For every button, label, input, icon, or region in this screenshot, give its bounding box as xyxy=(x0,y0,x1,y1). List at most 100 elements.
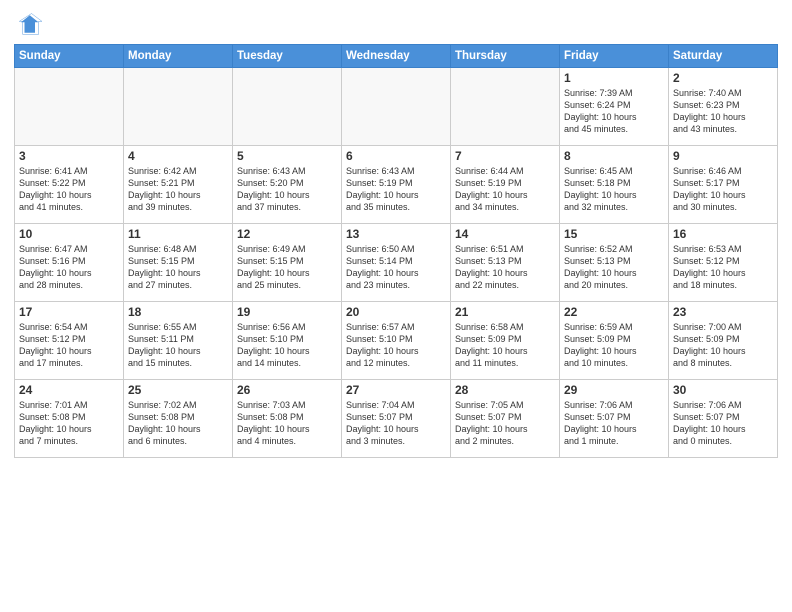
day-info: Sunrise: 7:40 AMSunset: 6:23 PMDaylight:… xyxy=(673,87,773,136)
day-info: Sunrise: 6:48 AMSunset: 5:15 PMDaylight:… xyxy=(128,243,228,292)
week-row-3: 10 Sunrise: 6:47 AMSunset: 5:16 PMDayligh… xyxy=(15,224,778,302)
day-cell: 23 Sunrise: 7:00 AMSunset: 5:09 PMDayligh… xyxy=(669,302,778,380)
day-info: Sunrise: 6:50 AMSunset: 5:14 PMDaylight:… xyxy=(346,243,446,292)
day-cell: 22Sunrise: 6:59 AMSunset: 5:09 PMDayligh… xyxy=(560,302,669,380)
day-cell: 2 Sunrise: 7:40 AMSunset: 6:23 PMDaylight… xyxy=(669,68,778,146)
day-number: 10 xyxy=(19,227,119,241)
day-info: Sunrise: 6:51 AMSunset: 5:13 PMDaylight:… xyxy=(455,243,555,292)
day-header-friday: Friday xyxy=(560,45,669,68)
day-number: 25 xyxy=(128,383,228,397)
day-info: Sunrise: 6:57 AMSunset: 5:10 PMDaylight:… xyxy=(346,321,446,370)
day-cell: 26 Sunrise: 7:03 AMSunset: 5:08 PMDayligh… xyxy=(233,380,342,458)
day-info: Sunrise: 7:03 AMSunset: 5:08 PMDaylight:… xyxy=(237,399,337,448)
day-number: 15 xyxy=(564,227,664,241)
calendar-header: SundayMondayTuesdayWednesdayThursdayFrid… xyxy=(15,45,778,68)
page: SundayMondayTuesdayWednesdayThursdayFrid… xyxy=(0,0,792,612)
day-cell: 20 Sunrise: 6:57 AMSunset: 5:10 PMDayligh… xyxy=(342,302,451,380)
day-header-sunday: Sunday xyxy=(15,45,124,68)
day-number: 9 xyxy=(673,149,773,163)
day-cell: 7 Sunrise: 6:44 AMSunset: 5:19 PMDaylight… xyxy=(451,146,560,224)
day-info: Sunrise: 7:01 AMSunset: 5:08 PMDaylight:… xyxy=(19,399,119,448)
day-number: 20 xyxy=(346,305,446,319)
day-cell: 17 Sunrise: 6:54 AMSunset: 5:12 PMDayligh… xyxy=(15,302,124,380)
day-info: Sunrise: 7:05 AMSunset: 5:07 PMDaylight:… xyxy=(455,399,555,448)
day-cell: 30Sunrise: 7:06 AMSunset: 5:07 PMDayligh… xyxy=(669,380,778,458)
day-cell: 6 Sunrise: 6:43 AMSunset: 5:19 PMDaylight… xyxy=(342,146,451,224)
day-info: Sunrise: 6:41 AMSunset: 5:22 PMDaylight:… xyxy=(19,165,119,214)
day-number: 23 xyxy=(673,305,773,319)
day-cell: 19Sunrise: 6:56 AMSunset: 5:10 PMDayligh… xyxy=(233,302,342,380)
logo-icon xyxy=(14,10,42,38)
day-number: 18 xyxy=(128,305,228,319)
day-number: 14 xyxy=(455,227,555,241)
day-cell xyxy=(124,68,233,146)
day-info: Sunrise: 6:43 AMSunset: 5:19 PMDaylight:… xyxy=(346,165,446,214)
day-number: 16 xyxy=(673,227,773,241)
day-info: Sunrise: 6:55 AMSunset: 5:11 PMDaylight:… xyxy=(128,321,228,370)
day-number: 19 xyxy=(237,305,337,319)
day-cell: 9 Sunrise: 6:46 AMSunset: 5:17 PMDaylight… xyxy=(669,146,778,224)
day-info: Sunrise: 7:00 AMSunset: 5:09 PMDaylight:… xyxy=(673,321,773,370)
day-info: Sunrise: 6:45 AMSunset: 5:18 PMDaylight:… xyxy=(564,165,664,214)
day-info: Sunrise: 6:53 AMSunset: 5:12 PMDaylight:… xyxy=(673,243,773,292)
day-cell: 15 Sunrise: 6:52 AMSunset: 5:13 PMDayligh… xyxy=(560,224,669,302)
day-cell: 21 Sunrise: 6:58 AMSunset: 5:09 PMDayligh… xyxy=(451,302,560,380)
header-row: SundayMondayTuesdayWednesdayThursdayFrid… xyxy=(15,45,778,68)
day-number: 28 xyxy=(455,383,555,397)
day-cell xyxy=(15,68,124,146)
day-cell: 16 Sunrise: 6:53 AMSunset: 5:12 PMDayligh… xyxy=(669,224,778,302)
day-number: 3 xyxy=(19,149,119,163)
day-cell: 3 Sunrise: 6:41 AMSunset: 5:22 PMDaylight… xyxy=(15,146,124,224)
day-number: 21 xyxy=(455,305,555,319)
day-cell: 25 Sunrise: 7:02 AMSunset: 5:08 PMDayligh… xyxy=(124,380,233,458)
day-info: Sunrise: 7:39 AMSunset: 6:24 PMDaylight:… xyxy=(564,87,664,136)
day-cell: 27Sunrise: 7:04 AMSunset: 5:07 PMDayligh… xyxy=(342,380,451,458)
day-number: 29 xyxy=(564,383,664,397)
day-number: 11 xyxy=(128,227,228,241)
day-number: 13 xyxy=(346,227,446,241)
day-cell: 4 Sunrise: 6:42 AMSunset: 5:21 PMDaylight… xyxy=(124,146,233,224)
day-cell: 1 Sunrise: 7:39 AMSunset: 6:24 PMDaylight… xyxy=(560,68,669,146)
day-cell: 14 Sunrise: 6:51 AMSunset: 5:13 PMDayligh… xyxy=(451,224,560,302)
header xyxy=(14,10,778,38)
day-number: 8 xyxy=(564,149,664,163)
day-number: 5 xyxy=(237,149,337,163)
day-cell: 5Sunrise: 6:43 AMSunset: 5:20 PMDaylight… xyxy=(233,146,342,224)
week-row-5: 24 Sunrise: 7:01 AMSunset: 5:08 PMDayligh… xyxy=(15,380,778,458)
day-header-tuesday: Tuesday xyxy=(233,45,342,68)
day-cell: 12Sunrise: 6:49 AMSunset: 5:15 PMDayligh… xyxy=(233,224,342,302)
day-header-wednesday: Wednesday xyxy=(342,45,451,68)
day-cell: 10 Sunrise: 6:47 AMSunset: 5:16 PMDayligh… xyxy=(15,224,124,302)
day-number: 2 xyxy=(673,71,773,85)
day-number: 4 xyxy=(128,149,228,163)
day-cell: 28 Sunrise: 7:05 AMSunset: 5:07 PMDayligh… xyxy=(451,380,560,458)
day-cell: 13 Sunrise: 6:50 AMSunset: 5:14 PMDayligh… xyxy=(342,224,451,302)
day-number: 27 xyxy=(346,383,446,397)
day-number: 1 xyxy=(564,71,664,85)
day-number: 22 xyxy=(564,305,664,319)
day-number: 17 xyxy=(19,305,119,319)
week-row-4: 17 Sunrise: 6:54 AMSunset: 5:12 PMDayligh… xyxy=(15,302,778,380)
day-info: Sunrise: 6:44 AMSunset: 5:19 PMDaylight:… xyxy=(455,165,555,214)
day-number: 6 xyxy=(346,149,446,163)
day-info: Sunrise: 6:49 AMSunset: 5:15 PMDaylight:… xyxy=(237,243,337,292)
day-number: 24 xyxy=(19,383,119,397)
day-cell xyxy=(342,68,451,146)
day-header-monday: Monday xyxy=(124,45,233,68)
day-info: Sunrise: 6:46 AMSunset: 5:17 PMDaylight:… xyxy=(673,165,773,214)
logo xyxy=(14,10,46,38)
day-cell: 8 Sunrise: 6:45 AMSunset: 5:18 PMDaylight… xyxy=(560,146,669,224)
day-number: 7 xyxy=(455,149,555,163)
day-cell: 11 Sunrise: 6:48 AMSunset: 5:15 PMDayligh… xyxy=(124,224,233,302)
day-number: 30 xyxy=(673,383,773,397)
day-info: Sunrise: 6:47 AMSunset: 5:16 PMDaylight:… xyxy=(19,243,119,292)
day-info: Sunrise: 6:42 AMSunset: 5:21 PMDaylight:… xyxy=(128,165,228,214)
day-number: 26 xyxy=(237,383,337,397)
day-cell: 18 Sunrise: 6:55 AMSunset: 5:11 PMDayligh… xyxy=(124,302,233,380)
calendar-body: 1 Sunrise: 7:39 AMSunset: 6:24 PMDaylight… xyxy=(15,68,778,458)
day-info: Sunrise: 7:02 AMSunset: 5:08 PMDaylight:… xyxy=(128,399,228,448)
day-header-thursday: Thursday xyxy=(451,45,560,68)
day-info: Sunrise: 6:52 AMSunset: 5:13 PMDaylight:… xyxy=(564,243,664,292)
day-info: Sunrise: 6:58 AMSunset: 5:09 PMDaylight:… xyxy=(455,321,555,370)
day-info: Sunrise: 6:54 AMSunset: 5:12 PMDaylight:… xyxy=(19,321,119,370)
